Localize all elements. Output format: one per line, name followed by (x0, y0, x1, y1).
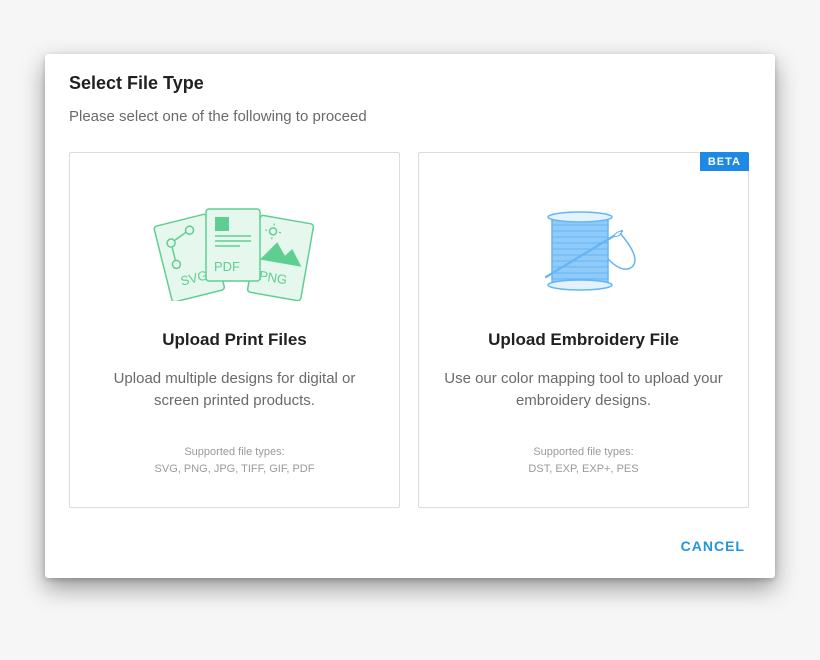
print-files-illustration: SVG PNG PDF (70, 201, 399, 301)
select-file-type-dialog: Select File Type Please select one of th… (45, 54, 775, 578)
dialog-title: Select File Type (69, 73, 204, 93)
cancel-button[interactable]: CANCEL (675, 532, 751, 560)
print-supported-types-list: SVG, PNG, JPG, TIFF, GIF, PDF (154, 463, 315, 475)
upload-print-files-option[interactable]: SVG PNG PDF Upload Print Files Upload mu… (69, 152, 400, 508)
beta-badge: BETA (699, 152, 749, 171)
print-files-title: Upload Print Files (162, 330, 307, 349)
embroidery-file-description: Use our color mapping tool to upload you… (444, 370, 723, 409)
dialog-subtitle: Please select one of the following to pr… (69, 108, 367, 125)
embroidery-illustration (419, 201, 748, 301)
upload-embroidery-file-option[interactable]: BETA Upload Embroidery File Use our colo… (418, 152, 749, 508)
pdf-file-label: PDF (214, 259, 240, 274)
print-files-description: Upload multiple designs for digital or s… (113, 370, 356, 409)
embroidery-supported-types-list: DST, EXP, EXP+, PES (528, 463, 639, 475)
embroidery-file-title: Upload Embroidery File (488, 330, 679, 349)
print-files-icon: SVG PNG PDF (153, 208, 314, 301)
thread-spool-icon (544, 211, 636, 291)
print-supported-types-label: Supported file types: (184, 446, 285, 458)
embroidery-supported-types-label: Supported file types: (533, 446, 634, 458)
